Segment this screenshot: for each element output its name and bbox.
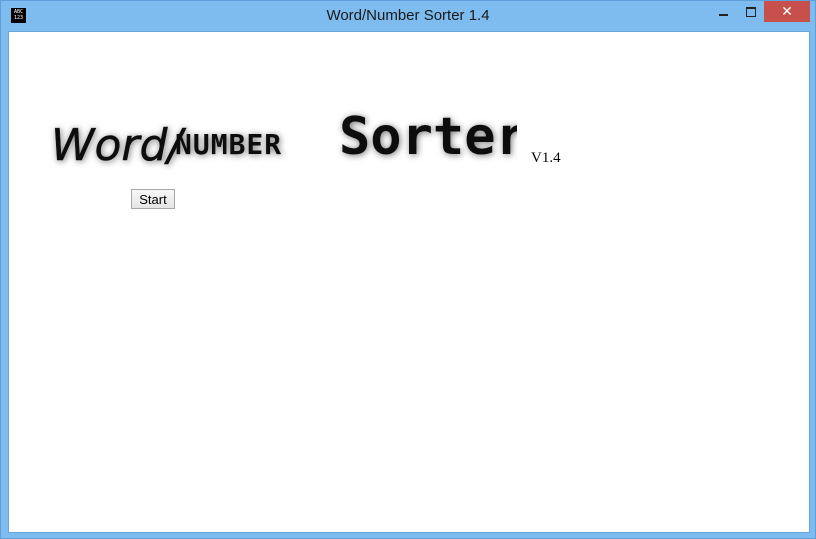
main-content: Word/ NUMBER Sorter V1.4 Start [8,31,810,533]
start-button[interactable]: Start [131,189,175,209]
minimize-icon [719,13,728,16]
title-bar[interactable]: ABC 123 Word/Number Sorter 1.4 ✕ [1,1,815,31]
close-icon: ✕ [781,3,793,20]
minimize-button[interactable] [710,1,737,22]
logo-number: NUMBER [175,128,282,161]
maximize-button[interactable] [737,1,764,22]
app-window: ABC 123 Word/Number Sorter 1.4 ✕ Word/ N… [0,0,816,539]
app-logo: Word/ NUMBER Sorter [47,102,517,182]
logo-word: Word/ [51,120,186,171]
close-button[interactable]: ✕ [764,1,810,22]
maximize-icon [745,6,756,17]
version-label: V1.4 [531,150,561,166]
logo-sorter: Sorter [339,107,517,167]
window-title: Word/Number Sorter 1.4 [326,7,490,24]
